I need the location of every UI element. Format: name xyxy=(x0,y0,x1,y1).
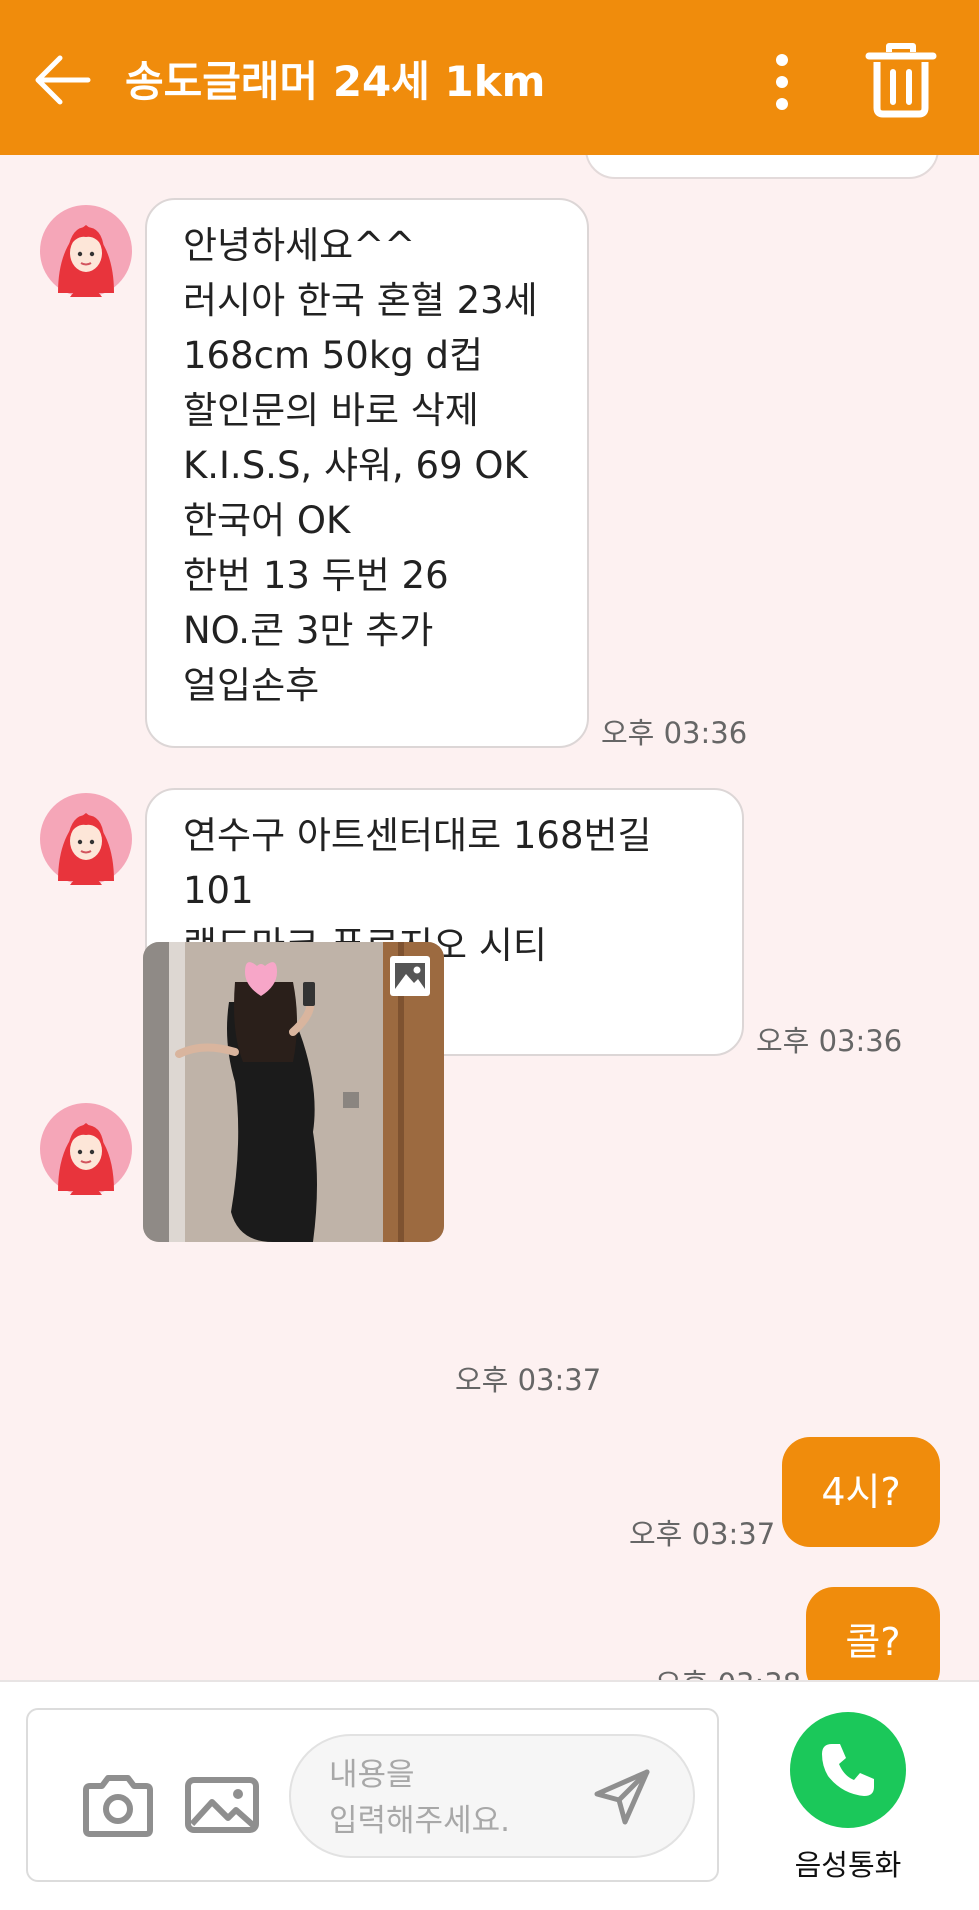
camera-icon[interactable] xyxy=(80,1774,156,1838)
previous-message-bubble xyxy=(585,155,939,179)
message-time: 오후 03:38 xyxy=(655,1661,801,1680)
message-input-placeholder: 내용을 입력해주세요. xyxy=(329,1757,510,1839)
chat-title: 송도글래머 24세 1km xyxy=(125,57,546,106)
photo-message[interactable] xyxy=(143,942,444,1242)
send-icon[interactable] xyxy=(591,1766,653,1828)
voice-call-button[interactable] xyxy=(790,1712,906,1828)
outgoing-message-bubble: 4시? xyxy=(782,1437,940,1547)
message-time: 오후 03:36 xyxy=(756,1024,903,1058)
composer-card: 내용을 입력해주세요. xyxy=(26,1708,719,1882)
message-input[interactable]: 내용을 입력해주세요. xyxy=(289,1734,695,1858)
incoming-message-bubble: 안녕하세요^^ 러시아 한국 혼혈 23세 168cm 50kg d컵 할인문의… xyxy=(145,198,589,748)
message-list[interactable]: 안녕하세요^^ 러시아 한국 혼혈 23세 168cm 50kg d컵 할인문의… xyxy=(0,155,979,1680)
avatar[interactable] xyxy=(40,1103,132,1195)
gallery-icon[interactable] xyxy=(184,1774,260,1836)
trash-icon[interactable] xyxy=(865,42,937,118)
image-type-icon xyxy=(390,956,430,996)
message-time: 오후 03:37 xyxy=(455,1363,602,1397)
avatar[interactable] xyxy=(40,205,132,297)
message-time: 오후 03:37 xyxy=(629,1517,776,1551)
phone-icon xyxy=(822,1744,874,1796)
message-time: 오후 03:36 xyxy=(601,716,748,750)
avatar[interactable] xyxy=(40,793,132,885)
voice-call-label: 음성통화 xyxy=(794,1848,902,1882)
back-arrow-icon[interactable] xyxy=(30,48,94,112)
app-header: 송도글래머 24세 1km xyxy=(0,0,979,155)
more-options-icon[interactable] xyxy=(760,52,804,112)
composer-bar: 내용을 입력해주세요. 음성통화 xyxy=(0,1680,979,1910)
outgoing-message-bubble: 콜? xyxy=(806,1587,940,1680)
